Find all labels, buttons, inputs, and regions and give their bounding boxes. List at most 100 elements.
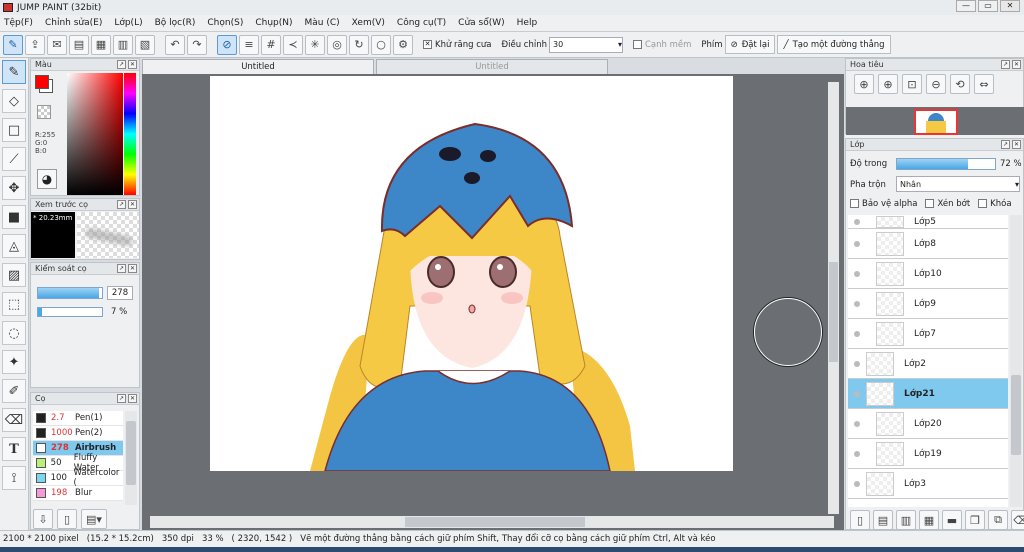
- close-icon[interactable]: ✕: [128, 200, 137, 209]
- magic-wand-tool-icon[interactable]: ✦: [2, 350, 26, 374]
- parallel-snap-icon[interactable]: ≡: [239, 34, 259, 55]
- clip-toggle[interactable]: Xén bớt: [925, 199, 970, 209]
- palette-icon[interactable]: ◕: [37, 169, 57, 189]
- eye-icon[interactable]: [854, 300, 860, 307]
- menu-select[interactable]: Chọn(S): [207, 18, 243, 28]
- eye-icon[interactable]: [854, 390, 860, 397]
- eye-icon[interactable]: [854, 420, 860, 427]
- brush-menu-icon[interactable]: ▤▾: [81, 509, 107, 529]
- menu-window[interactable]: Cửa sổ(W): [458, 18, 504, 28]
- layer-row[interactable]: Lớp8: [848, 229, 1008, 259]
- protect-alpha-checkbox[interactable]: [850, 199, 859, 208]
- lock-checkbox[interactable]: [978, 199, 988, 208]
- eye-icon[interactable]: [854, 330, 860, 337]
- zoom-out-icon[interactable]: ⊖: [926, 74, 946, 94]
- antialias-toggle[interactable]: ✕ Khử răng cưa: [423, 40, 492, 50]
- antialias-checkbox[interactable]: ✕: [423, 40, 432, 49]
- menu-color[interactable]: Màu (C): [305, 18, 340, 28]
- close-icon[interactable]: ✕: [128, 60, 137, 69]
- pen-mode-icon[interactable]: ✎: [3, 34, 23, 55]
- layer-row[interactable]: Lớp7: [848, 319, 1008, 349]
- page-icon[interactable]: ▥: [113, 34, 133, 55]
- brush-tool-icon[interactable]: ✎: [2, 60, 26, 84]
- flip-icon[interactable]: ⇔: [974, 74, 994, 94]
- layer-row[interactable]: Lớp10: [848, 259, 1008, 289]
- select-eraser-tool-icon[interactable]: ⌫: [2, 408, 26, 432]
- select-rect-tool-icon[interactable]: ⬚: [2, 292, 26, 316]
- comment-icon[interactable]: ✉: [47, 34, 67, 55]
- drawing-canvas[interactable]: [210, 76, 733, 471]
- close-icon[interactable]: ✕: [128, 394, 137, 403]
- foreground-color-swatch[interactable]: [35, 75, 49, 89]
- layer-list-scrollbar[interactable]: [1010, 215, 1022, 507]
- eyedropper-tool-icon[interactable]: ⟟: [2, 466, 26, 490]
- brush-item-pen2[interactable]: 1000 Pen(2): [33, 426, 123, 441]
- close-button[interactable]: ✕: [1000, 0, 1020, 12]
- layer-row[interactable]: Lớp5: [848, 215, 1008, 229]
- menu-layer[interactable]: Lớp(L): [114, 18, 142, 28]
- brush-opacity-slider[interactable]: [37, 307, 103, 317]
- layer-row[interactable]: Lớp20: [848, 409, 1008, 439]
- text-tool-icon[interactable]: T: [2, 437, 26, 461]
- select-pen-tool-icon[interactable]: ✐: [2, 379, 26, 403]
- layer-row[interactable]: Lớp19: [848, 439, 1008, 469]
- rectangle-tool-icon[interactable]: □: [2, 118, 26, 142]
- document-icon[interactable]: ▦: [91, 34, 111, 55]
- layer-row[interactable]: Lớp3: [848, 469, 1008, 499]
- snap-settings-icon[interactable]: ⚙: [393, 34, 413, 55]
- clip-checkbox[interactable]: [925, 199, 935, 208]
- straight-line-button[interactable]: ╱ Tạo một đường thẳng: [777, 35, 891, 54]
- menu-capture[interactable]: Chụp(N): [255, 18, 292, 28]
- brush-list-scrollbar[interactable]: [125, 411, 137, 505]
- share-icon[interactable]: ⇪: [25, 34, 45, 55]
- navigator-viewport[interactable]: [914, 109, 958, 135]
- tab-untitled-inactive[interactable]: Untitled: [376, 59, 608, 74]
- brush-size-input[interactable]: 278: [107, 286, 133, 300]
- fill-rect-tool-icon[interactable]: ■: [2, 205, 26, 229]
- menu-file[interactable]: Tệp(F): [4, 18, 33, 28]
- layer-row-selected[interactable]: Lớp21: [848, 379, 1008, 409]
- gradient-tool-icon[interactable]: ▨: [2, 263, 26, 287]
- new-brush-icon[interactable]: ▯: [57, 509, 77, 529]
- grid-settings-icon[interactable]: ▧: [135, 34, 155, 55]
- lasso-tool-icon[interactable]: ◌: [2, 321, 26, 345]
- close-icon[interactable]: ✕: [1012, 140, 1021, 149]
- navigator-preview[interactable]: [846, 107, 1024, 135]
- eye-icon[interactable]: [854, 450, 860, 457]
- edge-checkbox[interactable]: [632, 40, 642, 49]
- brush-size-slider[interactable]: [37, 287, 103, 299]
- delete-layer-icon[interactable]: ⌫: [1011, 510, 1024, 530]
- adjust-select[interactable]: 30 ▾: [548, 36, 623, 53]
- lock-toggle[interactable]: Khóa: [978, 199, 1012, 209]
- menu-help[interactable]: Help: [517, 18, 538, 28]
- maximize-button[interactable]: ▭: [978, 0, 998, 12]
- eye-icon[interactable]: [854, 480, 860, 487]
- reset-button[interactable]: ⊘ Đặt lại: [724, 35, 776, 54]
- minimize-button[interactable]: —: [956, 0, 976, 12]
- protect-alpha-toggle[interactable]: Bảo vệ alpha: [850, 199, 917, 209]
- new-layer-folder-icon[interactable]: ▤: [873, 510, 893, 530]
- undo-icon[interactable]: ↶: [165, 34, 185, 55]
- move-tool-icon[interactable]: ✥: [2, 176, 26, 200]
- blend-mode-select[interactable]: Nhân ▾: [896, 176, 1020, 192]
- zoom-actual-icon[interactable]: ⊡: [902, 74, 922, 94]
- saturation-value-picker[interactable]: [67, 73, 123, 195]
- circle-snap-icon[interactable]: ○: [371, 34, 391, 55]
- new-tone-layer-icon[interactable]: ▦: [919, 510, 939, 530]
- layer-opacity-slider[interactable]: [896, 158, 996, 170]
- grid-snap-icon[interactable]: #: [261, 34, 281, 55]
- eye-icon[interactable]: [854, 240, 860, 247]
- brush-item-watercolor[interactable]: 100 Watercolor (: [33, 468, 123, 488]
- undock-icon[interactable]: ↗: [117, 264, 126, 273]
- undock-icon[interactable]: ↗: [117, 200, 126, 209]
- brush-download-icon[interactable]: ⇩: [33, 509, 53, 529]
- transparent-swatch[interactable]: [37, 105, 51, 119]
- brush-item-blur[interactable]: 198 Blur: [33, 486, 123, 501]
- undock-icon[interactable]: ↗: [1001, 140, 1010, 149]
- close-icon[interactable]: ✕: [128, 264, 137, 273]
- new-layer-icon[interactable]: ▯: [850, 510, 870, 530]
- menu-edit[interactable]: Chỉnh sửa(E): [45, 18, 102, 28]
- zoom-fit-icon[interactable]: ⊕: [854, 74, 874, 94]
- menu-filter[interactable]: Bộ lọc(R): [155, 18, 196, 28]
- zoom-in-icon[interactable]: ⊕: [878, 74, 898, 94]
